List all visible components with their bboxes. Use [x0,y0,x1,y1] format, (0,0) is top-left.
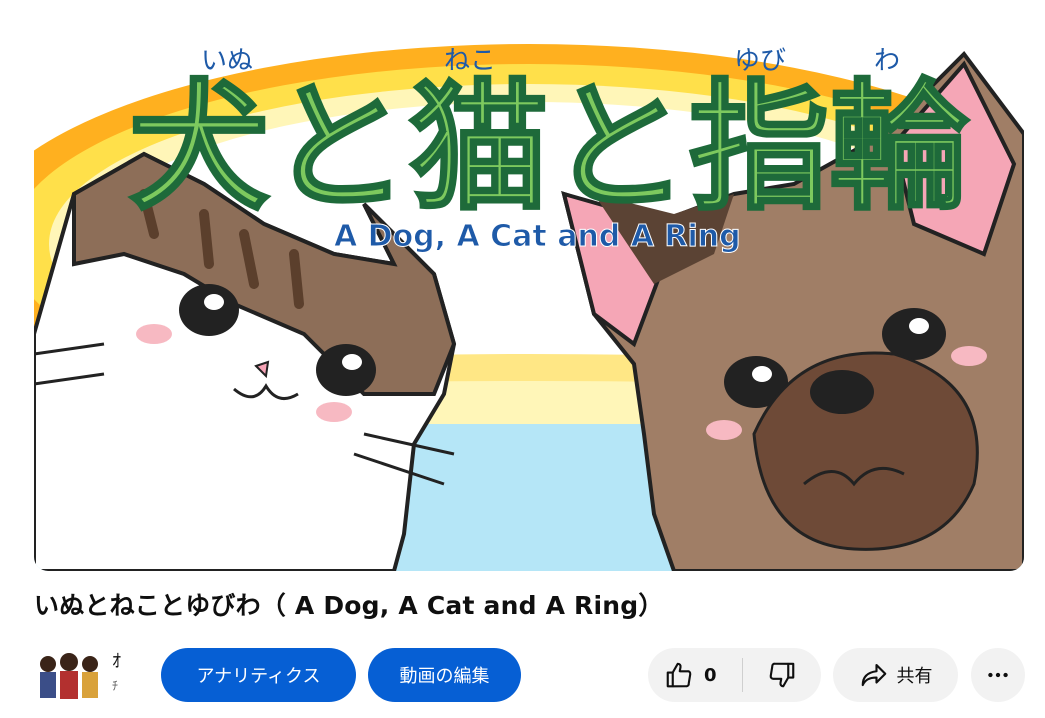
more-horizontal-icon [985,662,1011,688]
channel-name[interactable]: ｵ ﾁ [112,650,126,700]
channel-avatar[interactable] [34,648,104,704]
thumbs-down-icon [767,660,797,690]
more-actions-button[interactable] [971,648,1025,702]
share-button[interactable]: 共有 [833,648,958,702]
video-thumbnail: いぬ ねこ ゆび わ 犬と猫と指輪 A Dog, A Cat and A Rin… [34,14,1024,571]
like-count: 0 [704,664,717,686]
edit-video-button-label: 動画の編集 [399,666,490,687]
edit-video-button[interactable]: 動画の編集 [368,648,521,702]
analytics-button-label: アナリティクス [196,666,321,687]
video-player[interactable]: いぬ ねこ ゆび わ 犬と猫と指輪 A Dog, A Cat and A Rin… [34,14,1024,571]
thumbnail-subtitle: A Dog, A Cat and A Ring [334,219,741,254]
like-dislike-group: 0 [648,648,821,702]
video-title: いぬとねことゆびわ（ A Dog, A Cat and A Ring） [34,591,664,620]
like-button[interactable]: 0 [648,648,742,702]
analytics-button[interactable]: アナリティクス [161,648,356,702]
dislike-button[interactable] [743,648,821,702]
share-arrow-icon [859,660,889,690]
thumbs-up-icon [664,660,694,690]
share-button-label: 共有 [896,666,933,687]
thumbnail-heading: 犬と猫と指輪 [129,67,969,230]
